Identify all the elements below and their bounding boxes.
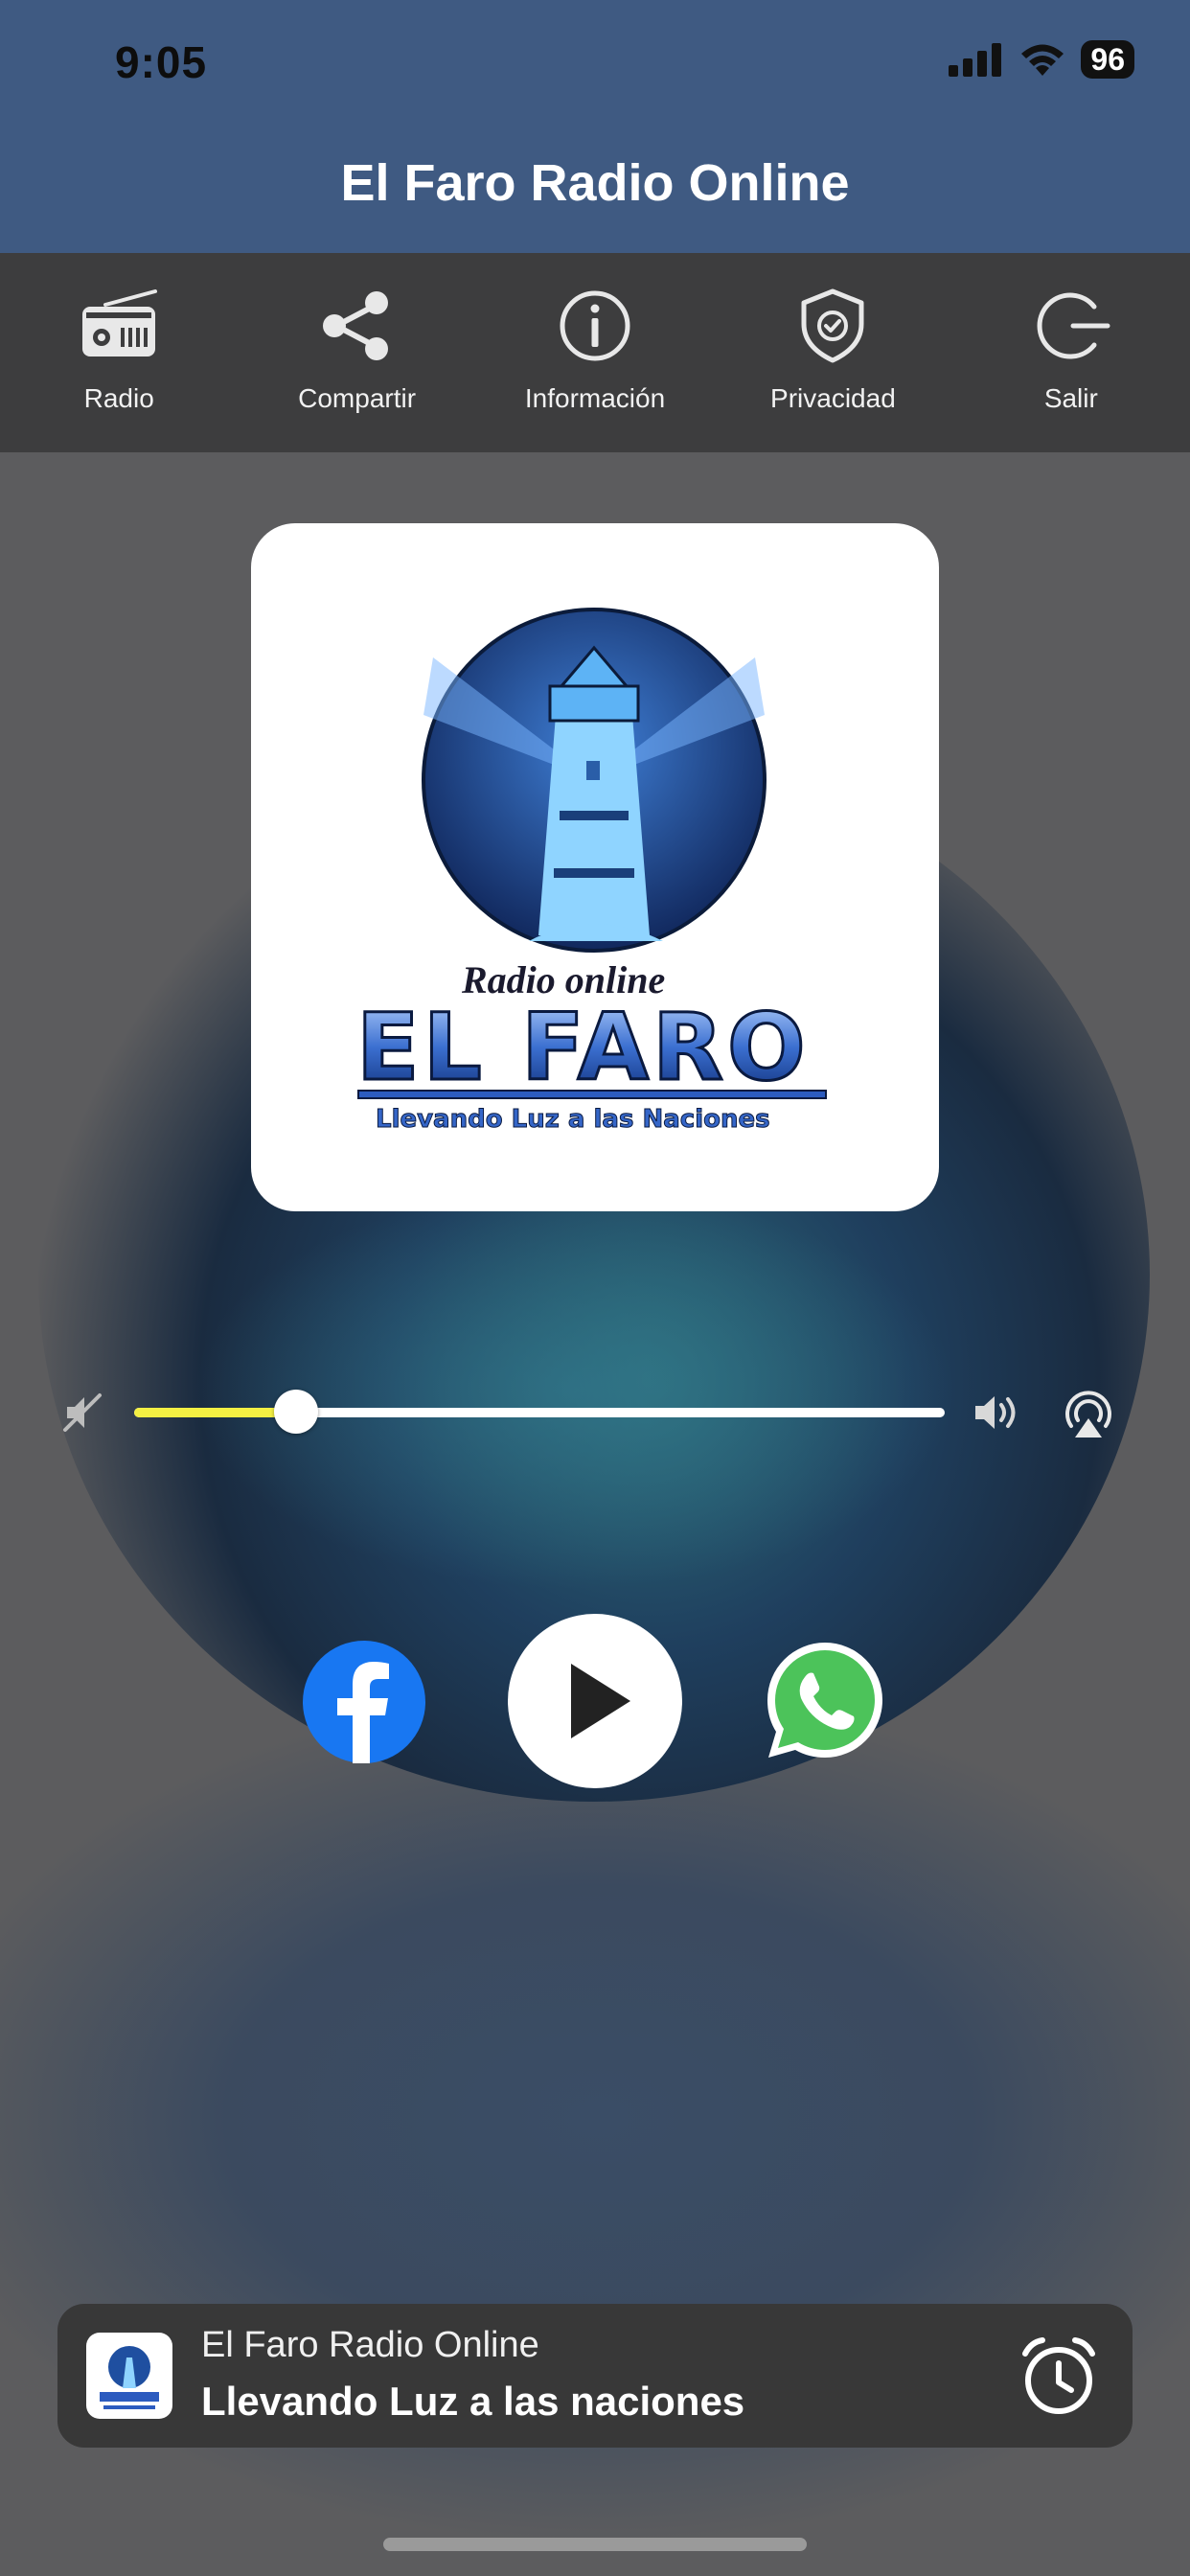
airplay-icon[interactable] [1060,1388,1117,1441]
volume-mute-icon[interactable] [61,1392,103,1434]
toolbar-item-info[interactable]: Información [476,253,714,452]
toolbar-item-radio[interactable]: Radio [0,253,238,452]
toolbar-item-label: Privacidad [770,383,896,413]
toolbar-item-share[interactable]: Compartir [238,253,475,452]
radio-icon [82,289,158,356]
whatsapp-icon [767,1643,882,1758]
facebook-icon [337,1662,389,1763]
volume-slider[interactable] [134,1390,945,1434]
volume-max-icon[interactable] [972,1392,1025,1434]
svg-text:Llevando Luz a las Naciones: Llevando Luz a las Naciones [376,1105,770,1134]
station-logo-thumb [100,2346,159,2409]
volume-fill [134,1408,297,1417]
status-time: 9:05 [115,37,208,87]
home-indicator[interactable] [383,2538,807,2551]
wifi-icon [1021,44,1064,76]
toolbar-item-label: Información [524,383,666,413]
facebook-button[interactable] [303,1641,425,1763]
station-logo: Radio online EL FARO Llevando Luz a las … [355,608,827,1135]
status-icons: 96 [949,40,1134,79]
toolbar-item-label: Radio [83,383,154,413]
exit-icon [1037,292,1110,359]
toolbar-item-label: Salir [1043,383,1098,413]
shield-icon [801,288,864,363]
page-title: El Faro Radio Online [340,154,850,212]
toolbar-item-label: Compartir [298,383,417,413]
play-icon [571,1664,630,1738]
now-playing-subtitle: Llevando Luz a las naciones [201,2379,745,2424]
toolbar-item-exit[interactable]: Salir [952,253,1190,452]
alarm-clock-icon[interactable] [1016,2333,1102,2419]
svg-text:EL FARO: EL FARO [356,994,810,1101]
station-artwork: Radio online EL FARO Llevando Luz a las … [251,523,939,1211]
toolbar: Radio Compartir Información Privacidad S… [0,253,1190,452]
now-playing-bar[interactable]: El Faro Radio Online Llevando Luz a las … [57,2304,1133,2448]
volume-knob[interactable] [274,1390,319,1434]
now-playing-thumbnail [86,2333,172,2419]
app-header: 9:05 96 El Faro Radio Online [0,0,1190,253]
play-button[interactable] [508,1614,682,1788]
battery-icon: 96 [1081,40,1134,79]
signal-icon [949,43,1002,77]
whatsapp-button[interactable] [763,1639,887,1763]
toolbar-item-privacy[interactable]: Privacidad [714,253,951,452]
info-icon [560,290,630,361]
now-playing-station: El Faro Radio Online [201,2325,539,2365]
share-icon [322,291,388,360]
volume-row [0,1380,1190,1447]
